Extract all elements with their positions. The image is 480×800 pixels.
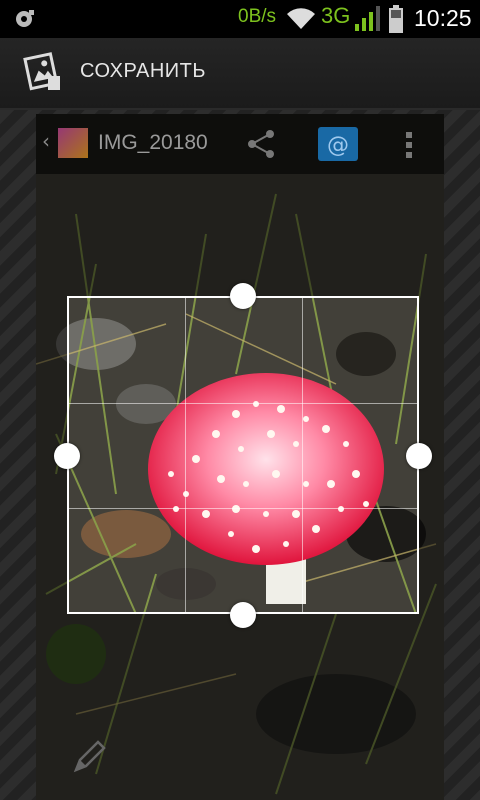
crop-gridline [185,298,186,612]
crop-gridline [302,298,303,612]
net-speed: 0B/s [238,6,277,27]
gallery-filename: IMG_20180 [98,131,208,154]
save-picture-icon [23,52,60,91]
signal-icon [355,6,380,31]
status-bar: 0B/s 3G 10:25 [0,0,480,38]
crop-handle-right[interactable] [406,443,432,469]
share-icon [248,130,274,158]
back-chevron-icon: ‹ [42,129,50,153]
crop-handle-bottom[interactable] [230,602,256,628]
svg-text:@: @ [327,133,349,158]
crop-frame[interactable] [67,296,419,614]
crop-gridline [69,403,417,404]
clock: 10:25 [414,5,472,31]
save-label: СОХРАНИТЬ [80,60,207,82]
pencil-icon[interactable] [72,740,106,774]
crop-handle-top[interactable] [230,283,256,309]
notification-icon [16,10,34,27]
network-type: 3G [321,3,351,28]
wifi-icon [287,8,315,29]
crop-gridline [69,508,417,509]
action-bar: СОХРАНИТЬ [0,38,480,110]
thumbnail-icon [58,128,88,158]
email-icon: @ [318,127,358,161]
battery-icon [389,5,403,33]
gallery-toolbar: ‹ IMG_20180 @ [36,114,444,174]
crop-handle-left[interactable] [54,443,80,469]
overflow-menu-icon [406,132,412,158]
save-button[interactable]: СОХРАНИТЬ [0,38,240,108]
